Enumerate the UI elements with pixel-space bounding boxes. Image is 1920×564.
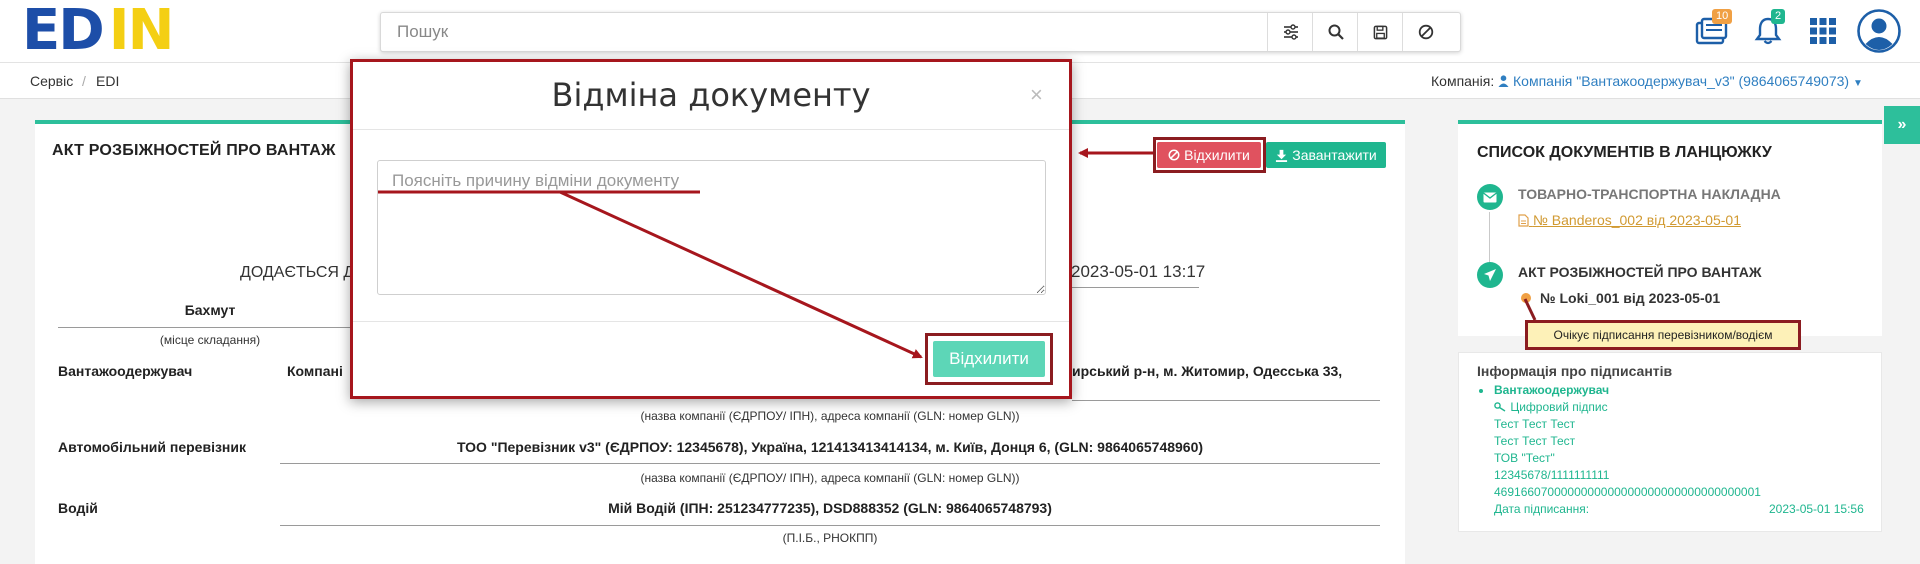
signer-line-4: 12345678/1111111111	[1494, 468, 1610, 482]
signer-line-1: Тест Тест Тест	[1494, 417, 1576, 431]
carrier-label: Автомобільний перевізник	[58, 439, 246, 455]
carrier-caption: (назва компанії (ЄДРПОУ/ ІПН), адреса ко…	[640, 471, 1020, 485]
breadcrumb-item-edi[interactable]: EDI	[96, 73, 119, 89]
grid-icon	[1810, 18, 1836, 44]
chain-item2-number: № Loki_001 від 2023-05-01	[1540, 290, 1721, 306]
company-selector[interactable]: Компанія: Компанія "Вантажоодержувач_v3"…	[1431, 73, 1863, 89]
download-button[interactable]: Завантажити	[1266, 142, 1386, 168]
user-icon	[1498, 75, 1509, 87]
chain-item1-link[interactable]: № Banderos_002 від 2023-05-01	[1518, 212, 1741, 228]
modal-reject-button[interactable]: Відхилити	[933, 341, 1045, 377]
signer-role: Вантажоодержувач	[1494, 383, 1610, 397]
consignee-caption: (назва компанії (ЄДРПОУ/ ІПН), адреса ко…	[640, 409, 1020, 423]
place-caption: (місце складання)	[159, 333, 261, 347]
driver-caption: (П.І.Б., РНОКПП)	[782, 531, 878, 545]
signature-type: Цифровий підпис	[1494, 400, 1608, 414]
chain-title: СПИСОК ДОКУМЕНТІВ В ЛАНЦЮЖКУ	[1477, 144, 1772, 161]
company-label: Компанія:	[1431, 73, 1495, 89]
consignee-label: Вантажоодержувач	[58, 363, 193, 379]
logo-text-right: IN	[108, 0, 175, 63]
signer-line-2: Тест Тест Тест	[1494, 434, 1576, 448]
ban-icon	[1418, 24, 1433, 40]
carrier-underline	[280, 463, 1380, 464]
consignee-address: ирський р-н, м. Житомир, Одесська 33,	[1072, 363, 1343, 379]
ban-icon	[1168, 149, 1180, 161]
caret-down-icon: ▼	[1852, 78, 1863, 89]
driver-value: Мій Водій (ІПН: 251234777235), DSD888352…	[608, 500, 1052, 516]
driver-underline	[280, 525, 1380, 526]
document-datetime: 2023-05-01 13:17	[1071, 262, 1206, 281]
modal-title: Відміна документу	[551, 76, 871, 114]
reject-button-label: Відхилити	[1184, 147, 1250, 163]
chain-item2-badge	[1477, 262, 1503, 288]
company-link[interactable]: Компанія "Вантажоодержувач_v3" (98640657…	[1498, 73, 1863, 89]
annotation-highlight-submit: Відхилити	[925, 333, 1053, 385]
chain-item1-badge	[1477, 184, 1503, 210]
driver-label: Водій	[58, 500, 98, 516]
chain-item1-number: № Banderos_002 від 2023-05-01	[1532, 212, 1741, 228]
clear-search-button[interactable]	[1402, 13, 1448, 51]
double-chevron-right-icon: »	[1897, 116, 1907, 133]
download-button-label: Завантажити	[1292, 147, 1377, 163]
signature-type-label: Цифровий підпис	[1510, 400, 1608, 414]
signer-line-3: ТОВ "Тест"	[1494, 451, 1555, 465]
chain-item2-type: АКТ РОЗБІЖНОСТЕЙ ПРО ВАНТАЖ	[1518, 264, 1762, 280]
signer-line-5: 4691660700000000000000000000000000000001	[1494, 485, 1761, 499]
status-dot	[1521, 293, 1531, 303]
user-avatar-icon	[1857, 9, 1901, 53]
reject-button[interactable]: Відхилити	[1157, 142, 1261, 168]
save-icon	[1373, 25, 1388, 39]
datetime-underline	[1071, 287, 1199, 288]
download-icon	[1276, 149, 1288, 162]
place-value: Бахмут	[184, 302, 236, 318]
cancel-reason-textarea[interactable]	[377, 160, 1046, 295]
sign-date-value: 2023-05-01 15:56	[1769, 502, 1864, 516]
bullet-dot	[1479, 389, 1483, 393]
status-tooltip: Очікує підписання перевізником/водієм	[1525, 320, 1801, 350]
edin-logo[interactable]: ED IN	[22, 0, 175, 63]
envelope-icon	[1483, 191, 1497, 202]
save-search-button[interactable]	[1357, 13, 1403, 51]
user-avatar-button[interactable]	[1857, 9, 1901, 53]
breadcrumb-separator: /	[82, 73, 86, 89]
search-icon	[1328, 24, 1344, 40]
breadcrumb-item-service[interactable]: Сервіс	[30, 73, 73, 89]
chain-connector	[1489, 212, 1490, 262]
key-icon	[1494, 402, 1506, 412]
filter-settings-button[interactable]	[1267, 13, 1313, 51]
notifications-badge: 2	[1771, 9, 1786, 24]
modal-divider-top	[353, 129, 1069, 130]
signers-title: Інформація про підписантів	[1477, 363, 1673, 379]
modal-divider-bottom	[353, 321, 1069, 322]
search-button[interactable]	[1312, 13, 1358, 51]
consignee-value: Компані	[287, 363, 343, 379]
consignee-underline	[1072, 400, 1380, 401]
modal-close-button[interactable]: ×	[1030, 82, 1043, 108]
search-input[interactable]	[395, 19, 1279, 45]
chain-item1-type: ТОВАРНО-ТРАНСПОРТНА НАКЛАДНА	[1518, 186, 1781, 202]
company-name: Компанія "Вантажоодержувач_v3" (98640657…	[1513, 73, 1850, 89]
apps-menu-button[interactable]	[1808, 16, 1838, 46]
file-icon	[1518, 214, 1529, 227]
sign-date-label: Дата підписання:	[1494, 502, 1590, 516]
place-underline	[58, 327, 362, 328]
logo-text-left: ED	[22, 0, 105, 63]
document-title: АКТ РОЗБІЖНОСТЕЙ ПРО ВАНТАЖ	[52, 142, 336, 159]
documents-badge: 10	[1712, 9, 1733, 24]
attached-label: ДОДАЄТЬСЯ Д	[240, 264, 355, 281]
side-panel-toggle[interactable]: »	[1884, 106, 1920, 144]
search-bar	[380, 12, 1461, 52]
send-icon	[1484, 269, 1496, 281]
carrier-value: ТОО "Перевізник v3" (ЄДРПОУ: 12345678), …	[456, 439, 1204, 455]
sliders-icon	[1283, 24, 1298, 40]
